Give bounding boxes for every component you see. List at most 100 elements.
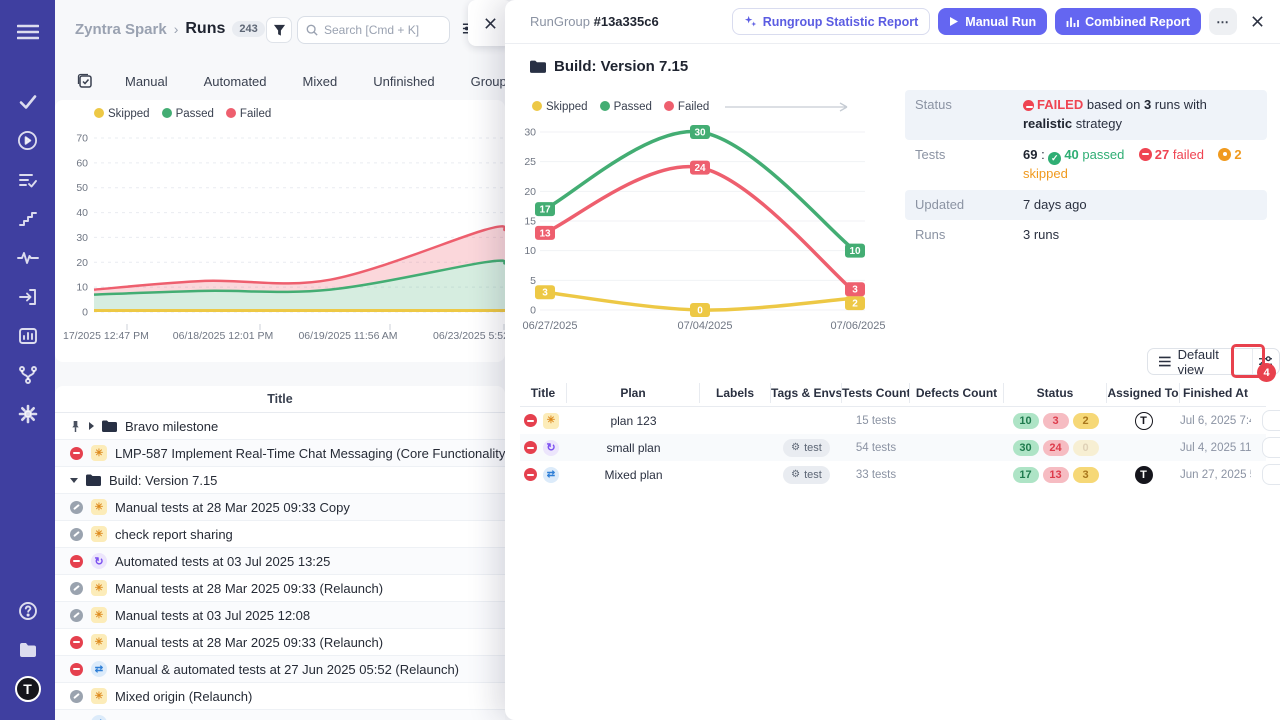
- row-action-button[interactable]: [1262, 410, 1280, 431]
- branch-flow-icon[interactable]: [0, 355, 55, 394]
- help-icon[interactable]: [0, 591, 55, 630]
- legend-passed: Passed: [162, 108, 214, 120]
- close-icon: [484, 17, 497, 30]
- more-actions-button[interactable]: ⋯: [1209, 8, 1237, 35]
- failed-pill: 24: [1043, 440, 1069, 456]
- col-labels[interactable]: Labels: [700, 383, 771, 403]
- col-status[interactable]: Status: [1004, 383, 1107, 403]
- col-tags-envs[interactable]: Tags & Envs: [771, 383, 842, 403]
- folder-icon: [102, 420, 117, 432]
- list-item-run[interactable]: Automated tests at 03 Jul 2025 13:25: [55, 548, 505, 575]
- svg-text:5: 5: [530, 275, 536, 287]
- tests-count: 15 tests: [842, 415, 910, 427]
- checkmark-icon[interactable]: [0, 82, 55, 121]
- filter-button[interactable]: [266, 17, 292, 43]
- sparkles-icon: [744, 15, 757, 28]
- search-input[interactable]: [324, 23, 434, 37]
- settings-gear-icon[interactable]: [0, 394, 55, 433]
- svg-text:20: 20: [524, 186, 536, 198]
- col-finished-at[interactable]: Finished At: [1180, 383, 1251, 403]
- app-window: T Zyntra Spark › Runs 243: [0, 0, 1280, 720]
- svg-text:20: 20: [76, 257, 88, 269]
- list-item-run[interactable]: Manual tests at 28 Mar 2025 09:33 Copy: [55, 494, 505, 521]
- search-box[interactable]: [297, 16, 450, 44]
- list-item-run[interactable]: LMP-587 Implement Real-Time Chat Messagi…: [55, 440, 505, 467]
- info-row-tests: Tests 69 : ✓40 passed 27 failed 2 skippe…: [905, 140, 1267, 190]
- tests-count: 54 tests: [842, 442, 910, 454]
- user-avatar[interactable]: T: [0, 669, 55, 708]
- play-circle-icon[interactable]: [0, 121, 55, 160]
- finished-at: Jun 27, 2025 5:5: [1180, 469, 1251, 481]
- line-chart-svg: 05101520253030213243173010: [520, 120, 880, 320]
- plan-name[interactable]: plan 123: [567, 414, 700, 428]
- skipped-dot-icon: [94, 108, 104, 118]
- folder-icon: [86, 474, 101, 486]
- bar-chart-icon[interactable]: [0, 316, 55, 355]
- tag-pill[interactable]: ⚙test: [783, 466, 830, 484]
- top-bar: Zyntra Spark › Runs 243: [55, 0, 505, 60]
- combined-report-button[interactable]: Combined Report: [1055, 8, 1201, 35]
- table-row[interactable]: small plan ⚙test 54 tests 30240 Jul 4, 2…: [520, 434, 1266, 461]
- table-row[interactable]: Mixed plan ⚙test 33 tests 17133 T Jun 27…: [520, 461, 1266, 488]
- skipped-dot-icon: [1218, 148, 1231, 161]
- list-item-run[interactable]: Manual tests at 28 Mar 2025 09:33 (Relau…: [55, 575, 505, 602]
- run-origin-icon: [91, 661, 107, 677]
- list-item-partial[interactable]: [55, 710, 505, 720]
- breadcrumb-project[interactable]: Zyntra Spark: [75, 21, 167, 38]
- runs-label: Runs: [915, 226, 1023, 245]
- col-title[interactable]: Title: [520, 383, 567, 403]
- caret-right-icon[interactable]: [89, 422, 94, 430]
- failed-minus-icon: [1139, 148, 1152, 161]
- x-label: 06/27/2025: [522, 320, 577, 332]
- col-plan[interactable]: Plan: [567, 383, 700, 403]
- tab-manual[interactable]: Manual: [107, 68, 186, 95]
- drawer-close-button[interactable]: [1251, 15, 1264, 28]
- checklist-icon[interactable]: [0, 160, 55, 199]
- table-header-row: Title Plan Labels Tags & Envs Tests Coun…: [520, 379, 1266, 407]
- assignee-avatar[interactable]: T: [1135, 466, 1153, 484]
- list-item-run[interactable]: check report sharing: [55, 521, 505, 548]
- caret-down-icon[interactable]: [70, 478, 78, 483]
- legend-failed: Failed: [226, 108, 271, 120]
- statistic-report-button[interactable]: Rungroup Statistic Report: [732, 8, 931, 35]
- tag-pill[interactable]: ⚙test: [783, 439, 830, 457]
- run-origin-icon: [91, 715, 107, 720]
- list-item-milestone[interactable]: Bravo milestone: [55, 413, 505, 440]
- col-assigned-to[interactable]: Assigned To: [1107, 383, 1180, 403]
- pin-icon[interactable]: [70, 420, 81, 433]
- tab-mixed[interactable]: Mixed: [285, 68, 356, 95]
- row-action-button[interactable]: [1262, 437, 1280, 458]
- list-item-run[interactable]: Manual & automated tests at 27 Jun 2025 …: [55, 656, 505, 683]
- signin-box-icon[interactable]: [0, 277, 55, 316]
- select-all-icon[interactable]: [77, 73, 93, 89]
- run-origin-icon: [91, 634, 107, 650]
- plan-name[interactable]: small plan: [567, 441, 700, 455]
- hamburger-menu-icon[interactable]: [0, 12, 55, 51]
- projects-folder-icon[interactable]: [0, 630, 55, 669]
- run-title: Manual tests at 03 Jul 2025 12:08: [115, 608, 310, 623]
- col-tests-count[interactable]: Tests Count: [842, 383, 910, 403]
- col-defects-count[interactable]: Defects Count: [910, 383, 1004, 403]
- activity-pulse-icon[interactable]: [0, 238, 55, 277]
- run-status-icon: [70, 636, 83, 649]
- rungroup-heading-text: Build: Version 7.15: [554, 58, 688, 75]
- tab-unfinished[interactable]: Unfinished: [355, 68, 452, 95]
- milestones-steps-icon[interactable]: [0, 199, 55, 238]
- default-view-button[interactable]: Default view: [1148, 349, 1252, 374]
- list-item-run[interactable]: Manual tests at 03 Jul 2025 12:08: [55, 602, 505, 629]
- manual-run-button[interactable]: Manual Run: [938, 8, 1047, 35]
- x-axis-labels: 17/2025 12:47 PM 06/18/2025 12:01 PM 06/…: [55, 330, 505, 346]
- row-action-button[interactable]: [1262, 464, 1280, 485]
- list-item-run[interactable]: Manual tests at 28 Mar 2025 09:33 (Relau…: [55, 629, 505, 656]
- list-item-group[interactable]: Build: Version 7.15: [55, 467, 505, 494]
- x-label: 17/2025 12:47 PM: [63, 330, 149, 342]
- drawer-title: RunGroup #13a335c6: [530, 14, 659, 29]
- drawer-actions: Rungroup Statistic Report Manual Run Com…: [732, 8, 1264, 35]
- svg-text:30: 30: [694, 128, 706, 139]
- list-item-run[interactable]: Mixed origin (Relaunch): [55, 683, 505, 710]
- plan-name[interactable]: Mixed plan: [567, 468, 700, 482]
- assignee-avatar[interactable]: T: [1135, 412, 1153, 430]
- table-row[interactable]: plan 123 15 tests 1032 T Jul 6, 2025 7:4…: [520, 407, 1266, 434]
- sidebar: T: [0, 0, 55, 720]
- tab-automated[interactable]: Automated: [186, 68, 285, 95]
